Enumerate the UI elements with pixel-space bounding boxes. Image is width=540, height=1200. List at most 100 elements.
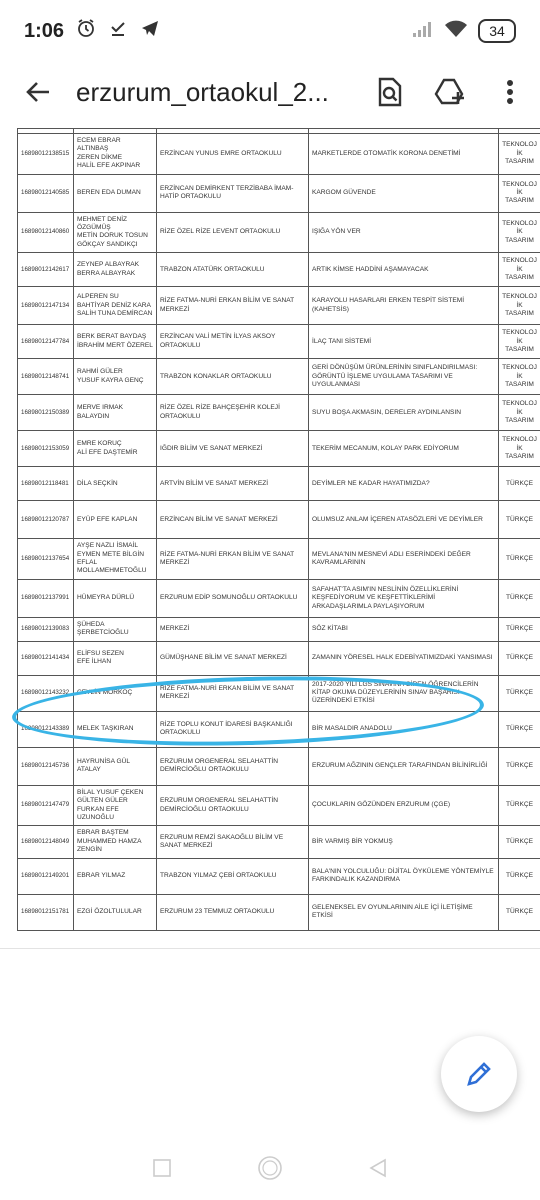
cell-students: HÜMEYRA DÜRLÜ xyxy=(73,578,157,618)
cell-subject: TEKNOLOJİK TASARIM xyxy=(498,133,540,175)
cell-subject: TÜRKÇE xyxy=(498,710,540,748)
cell-project: BİR VARMIŞ BİR YOKMUŞ xyxy=(308,825,499,859)
find-in-document-button[interactable] xyxy=(360,62,420,122)
app-actions xyxy=(360,62,540,122)
back-nav-button[interactable] xyxy=(369,1158,387,1183)
cell-subject: TÜRKÇE xyxy=(498,466,540,502)
cell-school: ARTVİN BİLİM VE SANAT MERKEZİ xyxy=(156,466,309,502)
cell-subject: TÜRKÇE xyxy=(498,500,540,540)
cell-students: HAYRUNİSA GÜL ATALAY xyxy=(73,746,157,786)
cell-id: 16898012148741 xyxy=(17,358,74,396)
cell-subject: TEKNOLOJİK TASARIM xyxy=(498,394,540,432)
cell-subject: TÜRKÇE xyxy=(498,893,540,931)
cell-subject: TEKNOLOJİK TASARIM xyxy=(498,211,540,254)
cell-project: TEKERİM MECANUM, KOLAY PARK EDİYORUM xyxy=(308,430,499,468)
cell-project: ZAMANIN YÖRESEL HALK EDEBİYATIMIZDAKİ YA… xyxy=(308,640,499,676)
cell-students: EBRAR BAŞTEM MUHAMMED HAMZA ZENGİN xyxy=(73,825,157,859)
cell-project: ERZURUM AĞZININ GENÇLER TARAFINDAN BİLİN… xyxy=(308,746,499,786)
cell-school: RİZE FATMA-NURİ ERKAN BİLİM VE SANAT MER… xyxy=(156,286,309,326)
status-bar: 1:06 34 xyxy=(0,0,540,62)
cell-students: BEREN EDA DUMAN xyxy=(73,173,157,213)
status-left: 1:06 xyxy=(24,18,160,44)
table-row: 16898012143389 MELEK TAŞKIRAN RİZE TOPLU K… xyxy=(17,710,540,748)
cell-project: İLAÇ TANI SİSTEMİ xyxy=(308,324,499,360)
cell-subject: TÜRKÇE xyxy=(498,746,540,786)
home-button[interactable] xyxy=(257,1155,283,1186)
cell-subject: TEKNOLOJİK TASARIM xyxy=(498,252,540,288)
results-table: 16898012138515 ECEM EBRAR ALTINBAŞ ZEREN D… xyxy=(17,128,540,931)
table-row: 16898012153059 EMRE KORUÇ ALİ EFE DAŞTEMİR… xyxy=(17,430,540,468)
wifi-icon xyxy=(444,20,468,43)
edit-fab-button[interactable] xyxy=(441,1036,517,1112)
cell-subject: TÜRKÇE xyxy=(498,674,540,712)
table-row: 16898012118481 DİLA SEÇKİN ARTVİN BİLİM VE… xyxy=(17,466,540,502)
cell-school: TRABZON KONAKLAR ORTAOKULU xyxy=(156,358,309,396)
pdf-viewer[interactable]: 16898012138515 ECEM EBRAR ALTINBAŞ ZEREN D… xyxy=(0,122,540,948)
back-button[interactable] xyxy=(0,62,76,122)
table-row: 16898012139083 ŞÜHEDA ŞERBETCİOĞLU MERKEZİ… xyxy=(17,616,540,642)
system-nav-bar xyxy=(0,1140,540,1200)
cell-id: 16898012137654 xyxy=(17,538,74,580)
cell-project: KARGOM GÜVENDE xyxy=(308,173,499,213)
cell-school: RİZE FATMA-NURİ ERKAN BİLİM VE SANAT MER… xyxy=(156,674,309,712)
table-row: 16898012138515 ECEM EBRAR ALTINBAŞ ZEREN D… xyxy=(17,133,540,175)
cell-project: MEVLANA'NIN MESNEVİ ADLI ESERİNDEKİ DEĞE… xyxy=(308,538,499,580)
cell-subject: TÜRKÇE xyxy=(498,640,540,676)
telegram-icon xyxy=(140,18,160,44)
cell-id: 16898012151781 xyxy=(17,893,74,931)
cell-students: RAHMİ GÜLER YUSUF KAYRA GENÇ xyxy=(73,358,157,396)
table-row: 16898012143232 CEYLİN MORKOÇ RİZE FATMA-NU… xyxy=(17,674,540,712)
cell-school: ERZİNCAN YUNUS EMRE ORTAOKULU xyxy=(156,133,309,175)
add-to-drive-icon xyxy=(434,78,464,105)
cell-id: 16898012142617 xyxy=(17,252,74,288)
cell-students: ŞÜHEDA ŞERBETCİOĞLU xyxy=(73,616,157,642)
add-to-drive-button[interactable] xyxy=(420,62,480,122)
cell-students: EMRE KORUÇ ALİ EFE DAŞTEMİR xyxy=(73,430,157,468)
cell-project: BALA'NIN YOLCULUĞU: DİJİTAL ÖYKÜLEME YÖN… xyxy=(308,857,499,895)
cell-students: ECEM EBRAR ALTINBAŞ ZEREN DİKME HALİL EFE … xyxy=(73,133,157,175)
cell-project: IŞIĞA YÖN VER xyxy=(308,211,499,254)
more-options-button[interactable] xyxy=(480,62,540,122)
cell-school: TRABZON YILMAZ ÇEBİ ORTAOKULU xyxy=(156,857,309,895)
table-row: 16898012149201 EBRAR YILMAZ TRABZON YILMAZ… xyxy=(17,857,540,895)
cell-project: BİR MASALDIR ANADOLU xyxy=(308,710,499,748)
search-document-icon xyxy=(378,77,402,107)
table-row: 16898012140860 MEHMET DENİZ ÖZGÜMÜŞ METİN … xyxy=(17,211,540,254)
table-row: 16898012147784 BERK BERAT BAYDAŞ İBRAHİM M… xyxy=(17,324,540,360)
cell-id: 16898012140585 xyxy=(17,173,74,213)
document-title: erzurum_ortaokul_2... xyxy=(76,76,329,107)
cell-id: 16898012145736 xyxy=(17,746,74,786)
cell-id: 16898012141434 xyxy=(17,640,74,676)
cell-id: 16898012118481 xyxy=(17,466,74,502)
cell-id: 16898012153059 xyxy=(17,430,74,468)
cell-students: AYŞE NAZLI İSMAİL EYMEN METE BİLGİN EFLAL M… xyxy=(73,538,157,580)
cell-school: TRABZON ATATÜRK ORTAOKULU xyxy=(156,252,309,288)
more-vertical-icon xyxy=(507,80,513,104)
cell-subject: TÜRKÇE xyxy=(498,616,540,642)
cell-id: 16898012143389 xyxy=(17,710,74,748)
table-row: 16898012141434 ELİFSU SEZEN EFE İLHAN GÜMÜŞ… xyxy=(17,640,540,676)
cell-students: EYÜP EFE KAPLAN xyxy=(73,500,157,540)
cell-id: 16898012139083 xyxy=(17,616,74,642)
cell-students: ELİFSU SEZEN EFE İLHAN xyxy=(73,640,157,676)
cell-id: 16898012147134 xyxy=(17,286,74,326)
cell-school: RİZE FATMA-NURİ ERKAN BİLİM VE SANAT MER… xyxy=(156,538,309,580)
battery-indicator: 34 xyxy=(478,19,516,43)
cell-students: EBRAR YILMAZ xyxy=(73,857,157,895)
recents-button[interactable] xyxy=(153,1158,171,1182)
table-row: 16898012140585 BEREN EDA DUMAN ERZİNCAN DE… xyxy=(17,173,540,213)
cell-subject: TÜRKÇE xyxy=(498,784,540,827)
cell-students: MELEK TAŞKIRAN xyxy=(73,710,157,748)
cell-school: GÜMÜŞHANE BİLİM VE SANAT MERKEZİ xyxy=(156,640,309,676)
table-row: 16898012137991 HÜMEYRA DÜRLÜ ERZURUM EDİP … xyxy=(17,578,540,618)
cell-subject: TEKNOLOJİK TASARIM xyxy=(498,324,540,360)
cell-subject: TÜRKÇE xyxy=(498,825,540,859)
cell-project: 2017-2020 YILI LGS SINAVINA GİREN ÖĞRENC… xyxy=(308,674,499,712)
cell-project: SAFAHAT'TA ASIM'IN NESLİNİN ÖZELLİKLERİN… xyxy=(308,578,499,618)
cell-school: ERZİNCAN DEMİRKENT TERZİBABA İMAM-HATİP … xyxy=(156,173,309,213)
cell-students: ZEYNEP ALBAYRAK BERRA ALBAYRAK xyxy=(73,252,157,288)
cell-project: GELENEKSEL EV OYUNLARININ AİLE İÇİ İLETİ… xyxy=(308,893,499,931)
cell-subject: TEKNOLOJİK TASARIM xyxy=(498,430,540,468)
cell-school: ERZURUM 23 TEMMUZ ORTAOKULU xyxy=(156,893,309,931)
cell-id: 16898012137991 xyxy=(17,578,74,618)
